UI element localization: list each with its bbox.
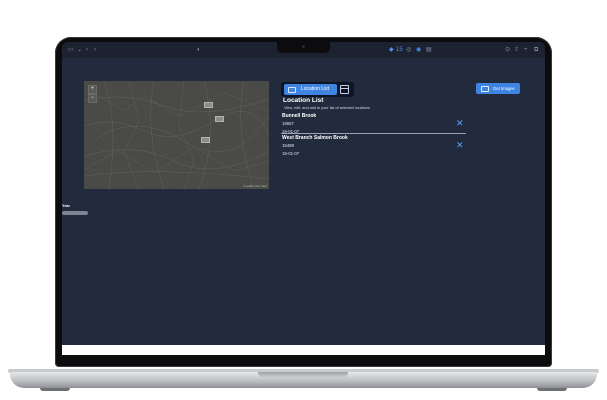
entry-date: 19-01-07 — [282, 151, 300, 156]
new-tab-icon[interactable]: + — [524, 46, 528, 54]
laptop-foot — [40, 388, 70, 391]
share-icon[interactable]: ⇪ — [514, 46, 519, 54]
laptop-lid-notch — [258, 372, 348, 378]
year-slider[interactable] — [62, 211, 88, 215]
shield-icon[interactable]: ◐ — [197, 46, 201, 54]
get-images-label: Get Images — [493, 86, 515, 91]
extension-badge: 15 — [396, 47, 403, 53]
map-view[interactable]: + − © Leaflet | Tiles © Esri — [84, 81, 269, 189]
list-icon — [288, 87, 296, 93]
entry-id: 15499 — [282, 143, 294, 148]
location-list-tab-label: Location List — [301, 86, 330, 92]
divider — [281, 133, 466, 134]
entry-id: 19657 — [282, 121, 294, 126]
puzzle-icon[interactable]: ▤ — [426, 46, 432, 54]
zoom-out-button[interactable]: − — [88, 94, 97, 103]
tabs-overview-icon[interactable]: ⧉ — [534, 46, 538, 54]
location-list-subtitle: View, edit, and add to your list of sele… — [284, 106, 370, 110]
extension-icon[interactable]: ◆ — [389, 46, 394, 54]
view-tabs: Location List — [281, 82, 354, 97]
camera-icon — [302, 45, 305, 48]
location-marker[interactable] — [204, 102, 213, 108]
year-label: Year — [62, 204, 71, 208]
location-list-tab[interactable]: Location List — [284, 84, 337, 95]
translate-icon[interactable]: ◉ — [416, 46, 421, 54]
location-list-title: Location List — [283, 97, 324, 104]
page-footer-strip — [62, 345, 545, 355]
image-icon — [481, 86, 489, 92]
remove-location-button[interactable]: ✕ — [456, 119, 464, 128]
chevron-left-icon[interactable]: ‹ — [86, 46, 88, 54]
laptop-foot — [537, 388, 567, 391]
reader-icon[interactable]: ◎ — [406, 46, 411, 54]
entry-name: Bunnell Brook — [282, 113, 317, 119]
bezel-chin — [62, 355, 545, 365]
get-images-button[interactable]: Get Images — [476, 83, 520, 94]
chevron-down-icon[interactable]: ⌄ — [77, 46, 82, 54]
map-terrain — [84, 81, 269, 189]
remove-location-button[interactable]: ✕ — [456, 141, 464, 150]
screen: ▭ ⌄ ‹ › ◐ ◆ 15 ◎ ◉ ▤ ⊙ ⇪ + ⧉ + − © Leafl… — [62, 42, 545, 355]
map-attribution[interactable]: © Leaflet | Tiles © Esri — [243, 185, 267, 188]
sidebar-icon[interactable]: ▭ — [68, 46, 74, 54]
location-marker[interactable] — [215, 116, 224, 122]
download-icon[interactable]: ⊙ — [505, 46, 510, 54]
calendar-icon[interactable] — [340, 85, 349, 94]
location-marker[interactable] — [201, 137, 210, 143]
entry-name: West Branch Salmon Brook — [282, 135, 348, 141]
chevron-right-icon[interactable]: › — [94, 46, 96, 54]
zoom-in-button[interactable]: + — [88, 85, 97, 94]
